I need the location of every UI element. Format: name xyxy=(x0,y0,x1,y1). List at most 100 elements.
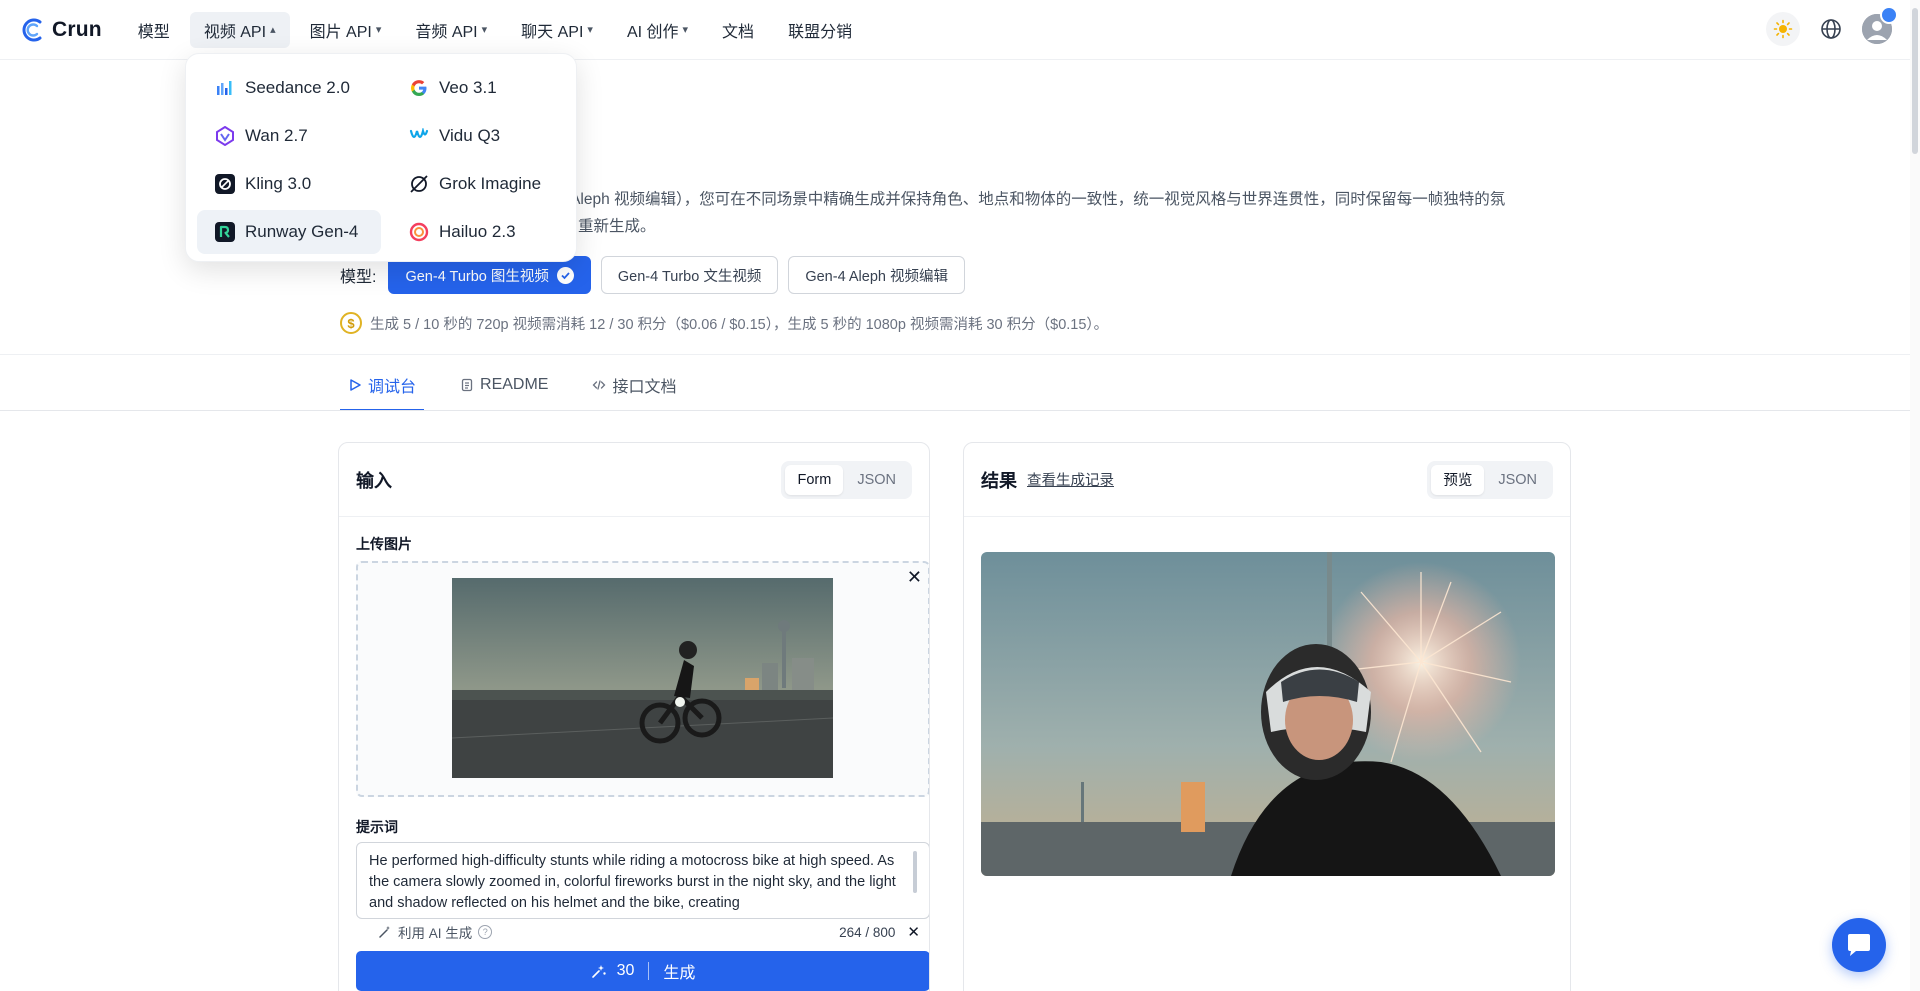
model-option-label: Gen-4 Aleph 视频编辑 xyxy=(805,268,948,285)
dropdown-item-runway[interactable]: Runway Gen-4 xyxy=(197,210,381,254)
video-api-dropdown: Seedance 2.0 Veo 3.1 Wan 2.7 Vidu Q3 Kli… xyxy=(185,53,577,262)
kling-icon xyxy=(215,174,235,194)
divider xyxy=(0,354,1910,355)
theme-toggle-button[interactable] xyxy=(1766,12,1800,46)
json-mode-button[interactable]: JSON xyxy=(845,465,908,495)
pricing-info: $ 生成 5 / 10 秒的 720p 视频需消耗 12 / 30 积分（$0.… xyxy=(340,312,1108,334)
nav-audio-api[interactable]: 音频 API ▾ xyxy=(401,12,501,48)
chevron-down-icon: ▾ xyxy=(481,24,488,36)
nav-label: 聊天 API xyxy=(521,23,584,41)
nav-label: 模型 xyxy=(137,23,170,41)
header-actions xyxy=(1766,6,1898,46)
upload-image-label: 上传图片 xyxy=(356,536,412,552)
ai-generate-button[interactable]: 利用 AI 生成 ? xyxy=(378,922,493,942)
top-header: Crun 模型 视频 API ▴ 图片 API ▾ 音频 API ▾ 聊天 API ▾ … xyxy=(0,0,1920,60)
nav-models[interactable]: 模型 xyxy=(124,12,184,48)
check-icon xyxy=(556,266,574,284)
result-panel-title-group: 结果 查看生成记录 xyxy=(981,467,1114,493)
nav-affiliate[interactable]: 联盟分销 xyxy=(774,12,866,48)
model-option-label: Gen-4 Turbo 图生视频 xyxy=(405,268,549,285)
model-label: 模型: xyxy=(340,269,377,286)
dropdown-item-veo[interactable]: Veo 3.1 xyxy=(391,66,575,110)
dropdown-item-label: Grok Imagine xyxy=(439,174,542,193)
generate-button[interactable]: 30 生成 xyxy=(356,951,929,991)
nav-docs[interactable]: 文档 xyxy=(708,12,768,48)
dropdown-item-wan[interactable]: Wan 2.7 xyxy=(197,114,381,158)
code-icon xyxy=(593,380,606,390)
nav-label: 视频 API xyxy=(203,23,267,41)
sun-icon xyxy=(1773,19,1793,39)
logo-text: Crun xyxy=(52,17,102,41)
help-icon[interactable]: ? xyxy=(478,925,493,939)
image-upload-area[interactable]: ✕ xyxy=(356,561,929,797)
prompt-textarea[interactable]: He performed high-difficulty stunts whil… xyxy=(356,842,929,919)
json-mode-button[interactable]: JSON xyxy=(1486,465,1549,495)
tab-api-docs[interactable]: 接口文档 xyxy=(584,360,684,410)
dropdown-item-label: Wan 2.7 xyxy=(245,126,308,145)
dropdown-item-label: Vidu Q3 xyxy=(439,126,501,145)
model-option-gen4-turbo-t2v[interactable]: Gen-4 Turbo 文生视频 xyxy=(600,256,779,294)
nav-ai-create[interactable]: AI 创作 ▾ xyxy=(613,12,702,48)
tab-label: 接口文档 xyxy=(612,379,677,396)
dropdown-item-label: Veo 3.1 xyxy=(439,78,497,97)
prompt-footer: 利用 AI 生成 ? 264 / 800 ✕ xyxy=(356,919,929,945)
chat-icon xyxy=(1848,934,1870,956)
dropdown-item-seedance[interactable]: Seedance 2.0 xyxy=(197,66,381,110)
prompt-text: He performed high-difficulty stunts whil… xyxy=(369,853,896,911)
uploaded-image xyxy=(452,578,833,778)
view-history-link[interactable]: 查看生成记录 xyxy=(1027,469,1114,490)
input-mode-toggle: Form JSON xyxy=(781,460,912,499)
dropdown-item-grok[interactable]: Grok Imagine xyxy=(391,162,575,206)
runway-icon xyxy=(215,222,235,242)
tab-readme[interactable]: README xyxy=(452,360,556,410)
nav-video-api[interactable]: 视频 API ▴ xyxy=(189,11,290,48)
coin-icon: $ xyxy=(340,312,362,334)
result-panel: 结果 查看生成记录 预览 JSON xyxy=(963,442,1571,991)
grok-icon xyxy=(409,174,429,194)
language-button[interactable] xyxy=(1814,12,1848,46)
char-counter: 264 / 800 ✕ xyxy=(839,923,920,941)
preview-mode-button[interactable]: 预览 xyxy=(1431,464,1485,495)
sparkles-icon xyxy=(591,965,606,978)
nav-image-api[interactable]: 图片 API ▾ xyxy=(296,12,396,48)
dropdown-item-vidu[interactable]: Vidu Q3 xyxy=(391,114,575,158)
page-scrollbar-thumb[interactable] xyxy=(1912,8,1918,154)
input-panel: 输入 Form JSON 上传图片 ✕ 提示词 He performed hig… xyxy=(338,442,930,991)
google-icon xyxy=(409,78,429,98)
wan-icon xyxy=(215,126,235,146)
model-option-label: Gen-4 Turbo 文生视频 xyxy=(617,268,762,285)
chevron-down-icon: ▾ xyxy=(682,24,689,36)
clear-icon[interactable]: ✕ xyxy=(907,923,920,941)
logo[interactable]: Crun xyxy=(20,17,102,43)
tab-bar: 调试台 README 接口文档 xyxy=(340,360,712,411)
result-mode-toggle: 预览 JSON xyxy=(1427,460,1553,499)
char-count: 264 / 800 xyxy=(839,924,896,940)
tab-playground[interactable]: 调试台 xyxy=(340,360,425,411)
chevron-down-icon: ▾ xyxy=(587,24,593,36)
dropdown-item-kling[interactable]: Kling 3.0 xyxy=(197,162,381,206)
avatar[interactable] xyxy=(1862,6,1898,44)
model-option-gen4-aleph[interactable]: Gen-4 Aleph 视频编辑 xyxy=(788,256,965,294)
pricing-text: 生成 5 / 10 秒的 720p 视频需消耗 12 / 30 积分（$0.06… xyxy=(370,316,1109,333)
nav-label: AI 创作 xyxy=(626,23,679,41)
dropdown-item-hailuo[interactable]: Hailuo 2.3 xyxy=(391,210,575,254)
dropdown-item-label: Runway Gen-4 xyxy=(245,222,359,241)
nav-chat-api[interactable]: 聊天 API ▾ xyxy=(507,12,607,48)
seedance-icon xyxy=(215,78,235,98)
form-mode-button[interactable]: Form xyxy=(785,464,844,495)
magic-wand-icon xyxy=(379,926,390,938)
input-panel-header: 输入 Form JSON xyxy=(339,443,929,517)
result-video-preview[interactable] xyxy=(981,552,1555,876)
vidu-icon xyxy=(409,126,429,146)
nav-label: 图片 API xyxy=(309,23,372,41)
generate-cost: 30 xyxy=(616,962,635,979)
dropdown-item-label: Seedance 2.0 xyxy=(245,78,350,97)
page-scrollbar[interactable] xyxy=(1910,0,1920,991)
chat-support-button[interactable] xyxy=(1832,918,1886,972)
generate-label: 生成 xyxy=(663,965,696,982)
tab-label: 调试台 xyxy=(368,379,417,396)
result-panel-title: 结果 xyxy=(981,470,1017,491)
prompt-scrollbar[interactable] xyxy=(913,851,917,893)
result-panel-header: 结果 查看生成记录 预览 JSON xyxy=(964,443,1570,517)
close-icon[interactable]: ✕ xyxy=(907,567,922,588)
